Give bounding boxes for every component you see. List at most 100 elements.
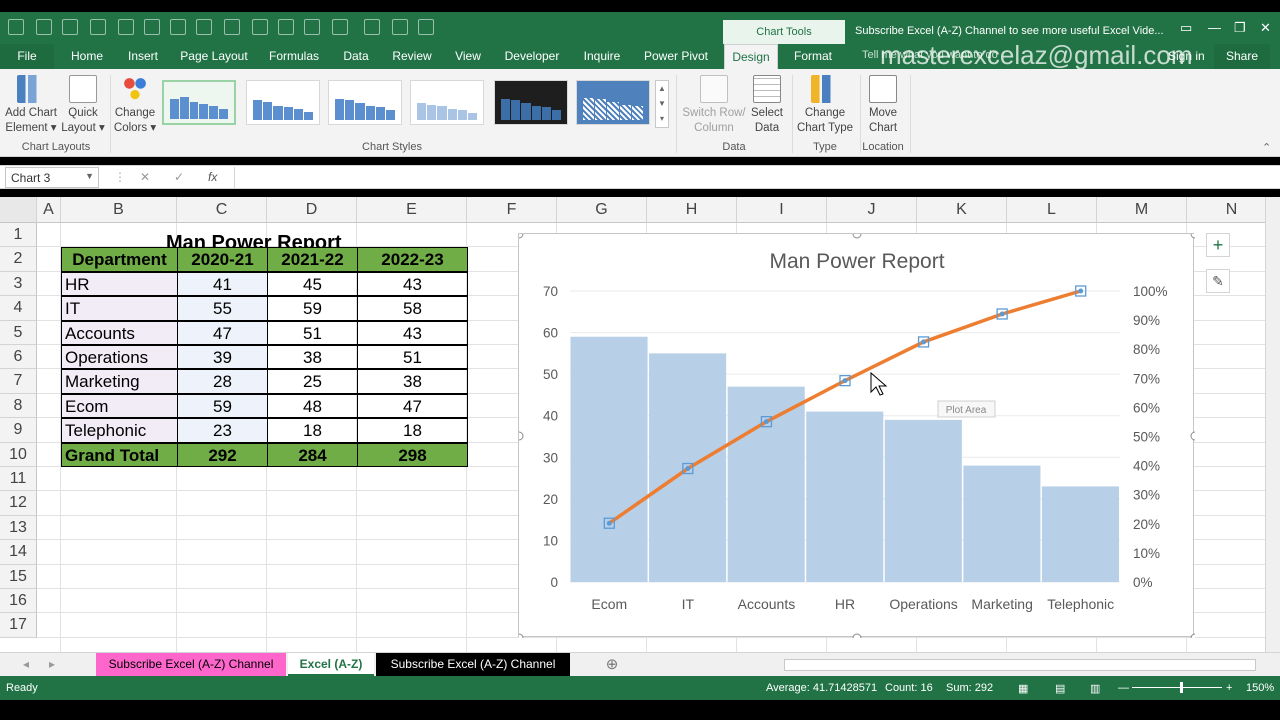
tab-inquire[interactable]: Inquire (574, 44, 630, 69)
row-header[interactable]: 10 (0, 442, 37, 467)
tab-review[interactable]: Review (386, 44, 438, 69)
row-header[interactable]: 3 (0, 271, 37, 297)
header-cell[interactable]: 2022-23 (357, 247, 468, 272)
sign-in-link[interactable]: Sign in (1168, 44, 1205, 69)
save-icon[interactable] (8, 19, 24, 35)
column-header[interactable]: I (737, 197, 827, 223)
row-header[interactable]: 2 (0, 247, 37, 272)
print-icon[interactable] (224, 19, 240, 35)
fill-color-icon[interactable] (332, 19, 348, 35)
delete-icon[interactable] (196, 19, 212, 35)
header-cell[interactable]: 2020-21 (177, 247, 268, 272)
select-data-button[interactable]: Select Data (748, 75, 786, 136)
sort-icon[interactable] (304, 19, 320, 35)
zoom-in-icon[interactable]: + (1226, 682, 1232, 694)
chart-style-3[interactable] (328, 80, 402, 125)
header-cell[interactable]: Department (61, 247, 178, 272)
redo-icon[interactable] (62, 19, 78, 35)
add-sheet-icon[interactable]: ⊕ (600, 653, 624, 676)
chart-style-5[interactable] (494, 80, 568, 125)
zoom-out-icon[interactable]: — (1118, 682, 1129, 694)
value-cell[interactable]: 51 (357, 345, 468, 370)
tab-formulas[interactable]: Formulas (262, 44, 326, 69)
column-header[interactable]: F (467, 197, 557, 223)
undo-icon[interactable] (36, 19, 52, 35)
value-cell[interactable]: 18 (357, 418, 468, 443)
new-file-icon[interactable] (392, 19, 408, 35)
horizontal-scrollbar[interactable] (784, 659, 1256, 671)
row-header[interactable]: 13 (0, 515, 37, 541)
pareto-chart[interactable]: Man Power Report 0 10 20 30 40 50 60 70 0% 10% 20% 3… (514, 229, 1200, 643)
department-cell[interactable]: Telephonic (61, 418, 178, 443)
column-header[interactable]: L (1007, 197, 1097, 223)
column-header[interactable]: K (917, 197, 1007, 223)
enter-icon[interactable]: ✓ (174, 170, 184, 184)
value-cell[interactable]: 48 (267, 393, 358, 419)
chart-style-6[interactable] (576, 80, 650, 125)
tab-page-layout[interactable]: Page Layout (176, 44, 252, 69)
value-cell[interactable]: 45 (267, 271, 358, 297)
row-header[interactable]: 16 (0, 589, 37, 614)
value-cell[interactable]: 59 (267, 296, 358, 321)
chart-style-2[interactable] (246, 80, 320, 125)
value-cell[interactable]: 38 (267, 345, 358, 370)
copy-icon[interactable] (118, 19, 134, 35)
prev-sheet-icon[interactable]: ◂ (18, 653, 34, 676)
collapse-ribbon-icon[interactable]: ⌃ (1262, 141, 1271, 154)
value-cell[interactable]: 18 (267, 418, 358, 443)
sheet-tab-active[interactable]: Excel (A-Z) (288, 653, 374, 676)
department-cell[interactable]: Accounts (61, 320, 178, 345)
name-box[interactable]: Chart 3 ▼ (5, 167, 99, 188)
close-icon[interactable]: ✕ (1260, 20, 1271, 36)
header-cell[interactable]: 2021-22 (267, 247, 358, 272)
chart-styles-brush-icon[interactable]: ✎ (1206, 269, 1230, 293)
row-header[interactable]: 6 (0, 345, 37, 370)
column-header[interactable]: C (177, 197, 267, 223)
tab-file[interactable]: File (0, 44, 54, 69)
column-header[interactable]: E (357, 197, 467, 223)
page-break-view-icon[interactable]: ▥ (1090, 682, 1100, 695)
department-cell[interactable]: HR (61, 271, 178, 297)
grand-total-label[interactable]: Grand Total (61, 442, 178, 467)
department-cell[interactable]: Operations (61, 345, 178, 370)
chart-elements-button[interactable]: + (1206, 233, 1230, 257)
share-button[interactable]: Share (1214, 44, 1270, 69)
move-chart-button[interactable]: Move Chart (862, 75, 904, 136)
row-header[interactable]: 4 (0, 296, 37, 321)
column-header[interactable]: H (647, 197, 737, 223)
tab-design[interactable]: Design (724, 44, 778, 69)
value-cell[interactable]: 51 (267, 320, 358, 345)
vertical-scrollbar[interactable] (1265, 197, 1280, 652)
search-icon[interactable] (278, 19, 294, 35)
column-header[interactable]: A (37, 197, 61, 223)
switch-row-column-button[interactable]: Switch Row/ Column (680, 75, 748, 136)
value-cell[interactable]: 23 (177, 418, 268, 443)
row-header[interactable]: 5 (0, 320, 37, 345)
value-cell[interactable]: 58 (357, 296, 468, 321)
department-cell[interactable]: IT (61, 296, 178, 321)
zoom-slider[interactable] (1132, 687, 1222, 688)
zoom-slider-thumb[interactable] (1180, 682, 1183, 693)
column-header[interactable]: D (267, 197, 357, 223)
formula-input[interactable] (234, 167, 1274, 188)
paste-icon[interactable] (144, 19, 160, 35)
restore-icon[interactable]: ❐ (1234, 20, 1246, 36)
ribbon-display-icon[interactable]: ▭ (1180, 20, 1192, 36)
grand-total-cell[interactable]: 284 (267, 442, 358, 467)
row-header[interactable]: 9 (0, 418, 37, 443)
tab-format[interactable]: Format (786, 44, 840, 69)
tab-data[interactable]: Data (334, 44, 378, 69)
sheet-tab[interactable]: Subscribe Excel (A-Z) Channel (96, 653, 286, 676)
chart-style-1[interactable] (162, 80, 236, 125)
tab-home[interactable]: Home (62, 44, 112, 69)
open-folder-icon[interactable] (364, 19, 380, 35)
value-cell[interactable]: 55 (177, 296, 268, 321)
select-all-corner[interactable] (0, 197, 37, 223)
row-header[interactable]: 11 (0, 467, 37, 492)
styles-gallery-scroll[interactable]: ▲ ▼ ▾ (655, 80, 669, 128)
quick-layout-button[interactable]: Quick Layout ▾ (58, 75, 108, 136)
page-layout-view-icon[interactable]: ▤ (1055, 682, 1065, 695)
column-header[interactable]: B (61, 197, 177, 223)
value-cell[interactable]: 38 (357, 369, 468, 394)
chart-style-4[interactable] (410, 80, 484, 125)
